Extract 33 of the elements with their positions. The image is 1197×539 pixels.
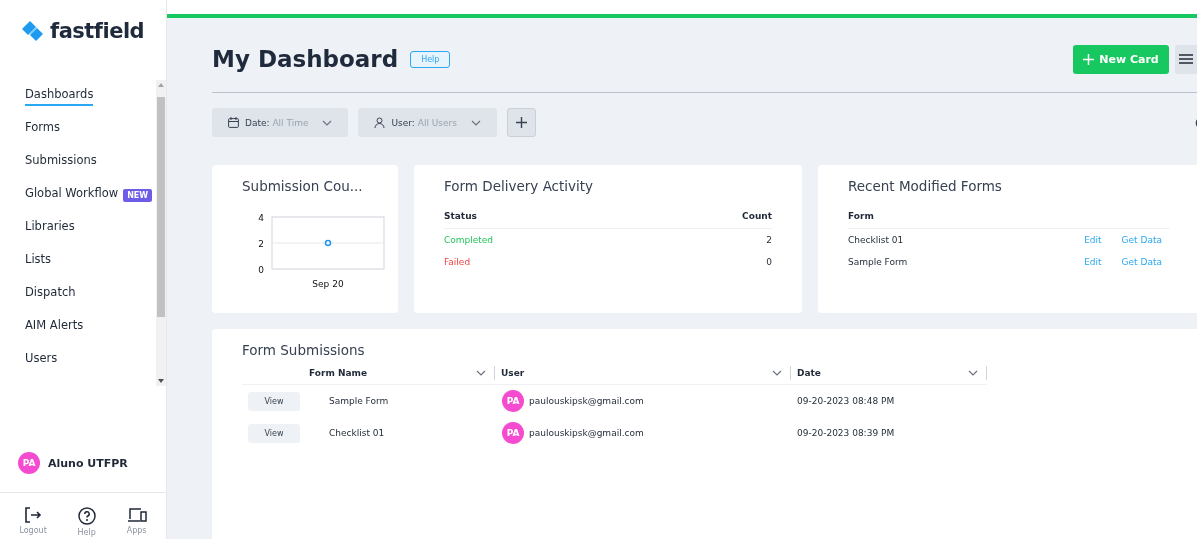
status-text: Completed [444,235,494,245]
count-text: 0 [766,257,772,267]
table-cell: paulouskipsk@gmail.com [529,396,644,406]
table-cell: paulouskipsk@gmail.com [529,428,644,438]
x-tick-label: Sep 20 [312,279,344,289]
count-text: 2 [766,235,772,245]
column-header: Count [742,211,772,221]
card-title: Recent Modified Forms [848,178,1003,194]
new-badge: NEW [123,189,153,202]
user-avatar: PA [502,422,524,444]
page-title: My Dashboard [212,46,399,72]
table-cell: 09-20-2023 08:39 PM [797,428,895,438]
card-title: Form Delivery Activity [444,178,595,194]
user-avatar: PA [502,390,524,412]
card-title: Form Submissions [242,342,366,358]
table-cell: Sample Form [329,396,389,406]
column-header: Form [848,211,874,221]
y-tick-label: 2 [258,239,264,249]
status-text: Failed [444,257,471,267]
table-cell: Checklist 01 [329,428,385,438]
column-header: Date [797,368,822,378]
column-header: Form Name [309,368,368,378]
form-name: Sample Form [848,257,908,267]
logo-text: fastfield [50,19,145,43]
y-tick-label: 0 [258,265,264,275]
column-header: User [501,368,526,378]
user-avatar: PA [18,452,40,474]
y-tick-label: 4 [258,213,264,223]
column-header: Status [444,211,478,221]
table-cell: 09-20-2023 08:48 PM [797,396,895,406]
user-name: Aluno UTFPR [48,456,128,470]
form-name: Checklist 01 [848,235,904,245]
card-title: Submission Cou... [242,178,364,194]
